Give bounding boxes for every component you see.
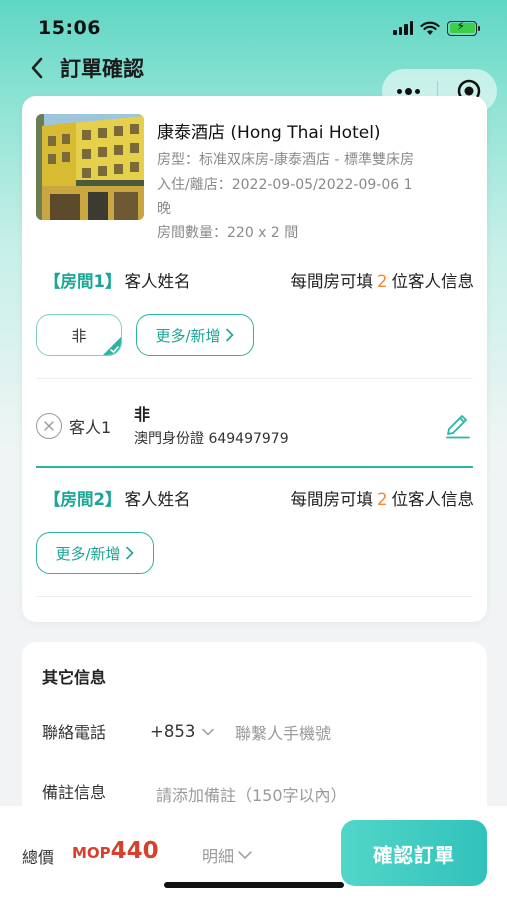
guest-id-document: 澳門身份證 649497979 [134,431,289,447]
room1-limit: 每間房可填 2 位客人信息 [291,268,475,292]
chevron-down-icon [202,728,215,736]
guest-name: 非 [134,405,151,424]
room2-limit-prefix: 每間房可填 [290,490,374,509]
guest-name-chip[interactable]: 非 [36,314,122,356]
remove-circle-icon [44,421,54,431]
status-time: 15:06 [38,17,101,39]
room2-title: 客人姓名 [124,490,191,509]
divider [36,596,473,597]
remove-guest-button[interactable] [36,413,62,439]
stay-nights: 晚 [157,201,171,217]
room-type: 房型：标准双床房-康泰酒店 - 標準雙床房 [157,152,415,168]
phone-input[interactable] [235,722,465,744]
back-button[interactable] [30,53,52,83]
phone-code-value: +853 [150,722,196,741]
chevron-right-icon [125,546,134,560]
room2-limit-suffix: 位客人信息 [391,490,475,509]
remark-input[interactable] [156,784,456,806]
room1-limit-prefix: 每間房可填 [290,272,374,291]
hotel-image [36,114,144,220]
total-price: MOP440 [72,838,159,864]
room2-header: 【房間2】 客人姓名 每間房可填 2 位客人信息 [44,486,474,510]
check-corner-icon [103,337,121,355]
total-label: 總價 [22,848,55,867]
remark-label: 備註信息 [42,783,107,802]
battery-charging-icon [447,19,480,36]
room1-more-button[interactable]: 更多/新增 [136,314,254,356]
confirm-order-label: 確認訂單 [372,843,455,867]
room-count: 房間數量：220 x 2 間 [157,225,299,241]
pencil-edit-icon[interactable] [445,409,471,439]
room1-limit-number: 2 [377,272,388,291]
back-chevron-icon [31,57,43,79]
price-amount: 440 [110,838,159,864]
hotel-name: 康泰酒店 (Hong Thai Hotel) [157,123,381,143]
status-icons [393,19,480,36]
guest-name-chip-label: 非 [71,326,87,345]
room2-more-label: 更多/新增 [55,544,121,563]
price-detail-label: 明細 [202,847,235,866]
room1-more-label: 更多/新增 [155,326,221,345]
divider [36,378,473,379]
guest-label: 客人1 [69,418,112,437]
home-indicator [164,882,344,888]
chevron-down-icon [238,851,252,860]
room1-limit-suffix: 位客人信息 [391,272,475,291]
stay-dates: 入住/離店：2022-09-05/2022-09-06 1 [157,177,413,193]
room1-title: 客人姓名 [124,272,191,291]
room2-more-button[interactable]: 更多/新增 [36,532,154,574]
page-title: 訂單確認 [60,57,144,81]
price-currency: MOP [72,844,111,862]
chevron-right-icon [225,328,234,342]
other-info-title: 其它信息 [42,668,107,687]
room2-tag: 【房間2】 [44,490,122,509]
price-detail-button[interactable]: 明細 [202,843,253,867]
room1-tag: 【房間1】 [44,272,122,291]
phone-label: 聯絡電話 [42,723,107,742]
order-card: 康泰酒店 (Hong Thai Hotel) 房型：标准双床房-康泰酒店 - 標… [22,96,487,622]
wifi-icon [420,21,440,35]
room2-limit-number: 2 [377,490,388,509]
room1-header: 【房間1】 客人姓名 每間房可填 2 位客人信息 [44,268,474,292]
room2-limit: 每間房可填 2 位客人信息 [291,486,475,510]
more-dots-icon[interactable] [396,87,420,95]
phone-code-select[interactable]: +853 [150,722,215,741]
confirm-order-button[interactable]: 確認訂單 [341,820,487,886]
cellular-signal-icon [393,21,413,35]
room-divider-accent [36,466,473,468]
